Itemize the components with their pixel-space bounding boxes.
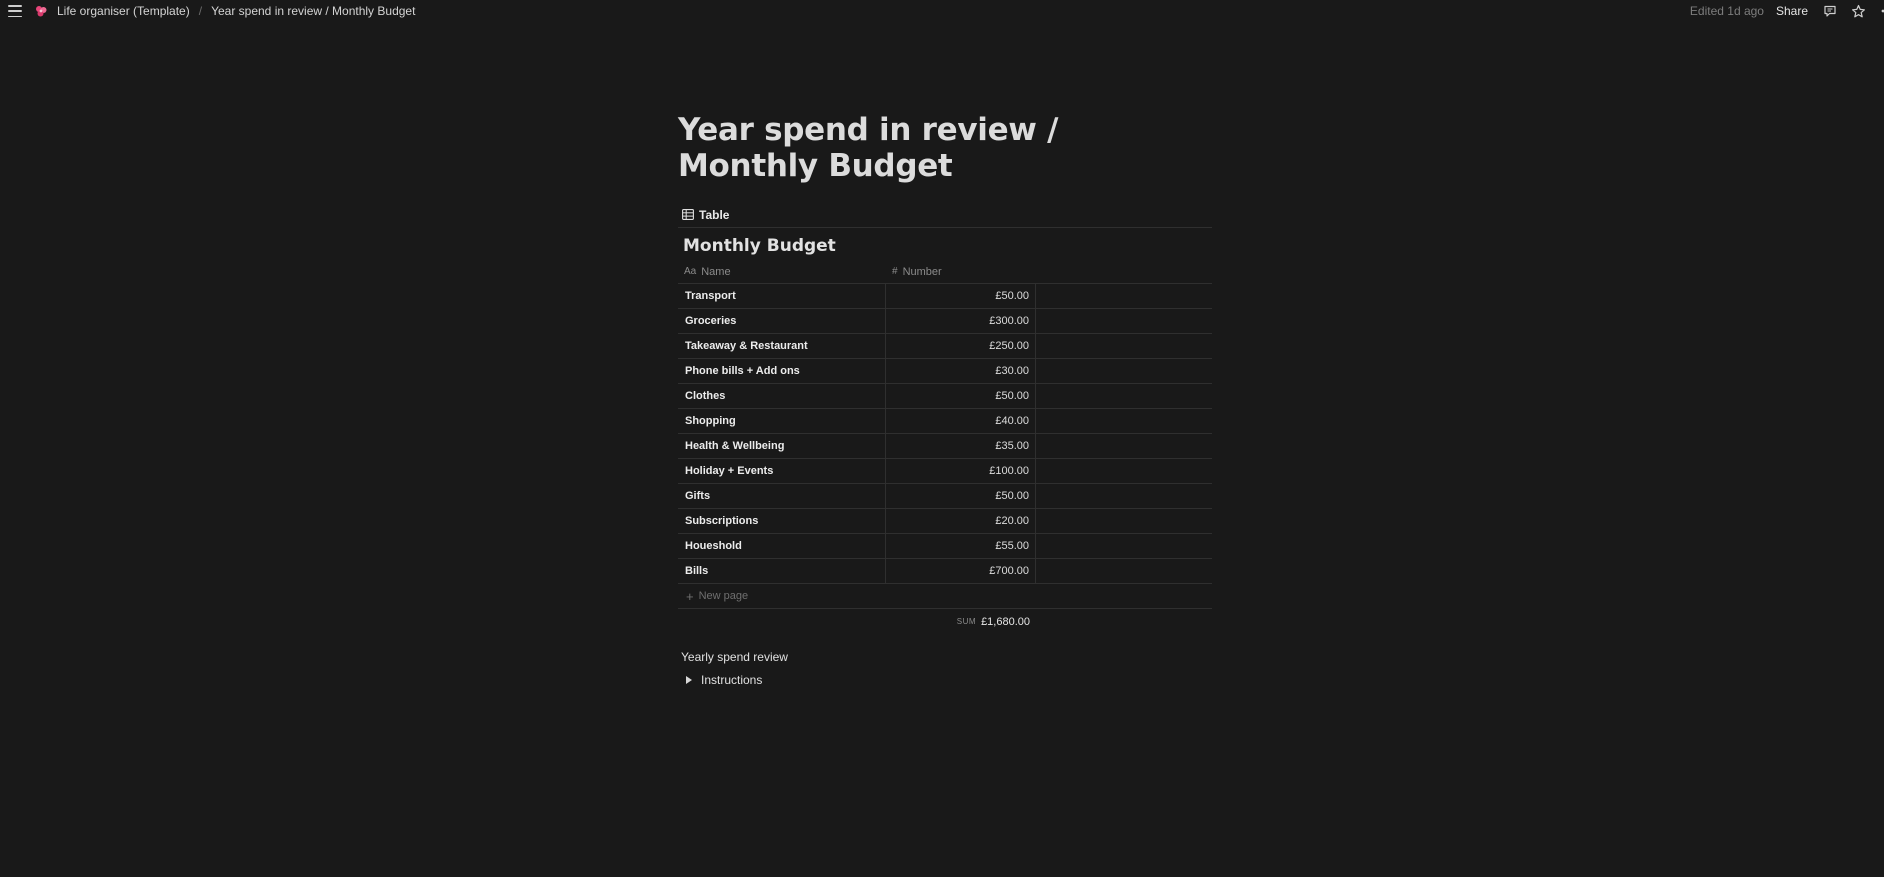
row-empty-cell — [1036, 334, 1212, 358]
table-row[interactable]: Houeshold £55.00 — [678, 534, 1212, 559]
calculation-row: SUM £1,680.00 — [678, 609, 1212, 634]
table-row[interactable]: Gifts £50.00 — [678, 484, 1212, 509]
row-number-cell[interactable]: £50.00 — [886, 284, 1036, 308]
row-empty-cell — [1036, 284, 1212, 308]
row-number-cell[interactable]: £700.00 — [886, 559, 1036, 583]
sum-value: £1,680.00 — [981, 615, 1030, 628]
row-number-cell[interactable]: £300.00 — [886, 309, 1036, 333]
row-number-cell[interactable]: £250.00 — [886, 334, 1036, 358]
row-number-cell[interactable]: £55.00 — [886, 534, 1036, 558]
breadcrumb-current-page[interactable]: Year spend in review / Monthly Budget — [208, 3, 418, 19]
column-header-number-label: Number — [902, 265, 942, 278]
text-type-icon: Aa — [684, 266, 697, 277]
breadcrumb-separator: / — [198, 4, 203, 18]
more-icon[interactable] — [1878, 3, 1884, 19]
sum-cell[interactable]: SUM £1,680.00 — [678, 616, 1036, 628]
new-page-button[interactable]: + New page — [678, 584, 1212, 609]
edited-status: Edited 1d ago — [1689, 4, 1764, 18]
table-row[interactable]: Health & Wellbeing £35.00 — [678, 434, 1212, 459]
row-name-cell[interactable]: Bills — [678, 559, 886, 583]
row-name-cell[interactable]: Shopping — [678, 409, 886, 433]
table-header: Aa Name # Number — [678, 260, 1212, 284]
row-empty-cell — [1036, 384, 1212, 408]
table-row[interactable]: Subscriptions £20.00 — [678, 509, 1212, 534]
row-name-cell[interactable]: Health & Wellbeing — [678, 434, 886, 458]
column-header-number[interactable]: # Number — [886, 260, 1036, 283]
row-name-cell[interactable]: Subscriptions — [678, 509, 886, 533]
row-empty-cell — [1036, 509, 1212, 533]
table-row[interactable]: Transport £50.00 — [678, 284, 1212, 309]
comment-icon[interactable] — [1822, 3, 1838, 19]
column-header-empty — [1036, 260, 1212, 283]
share-button[interactable]: Share — [1776, 4, 1808, 18]
row-empty-cell — [1036, 559, 1212, 583]
table-row[interactable]: Holiday + Events £100.00 — [678, 459, 1212, 484]
number-type-icon: # — [892, 266, 898, 277]
instructions-toggle[interactable]: Instructions — [681, 673, 762, 687]
table-row[interactable]: Clothes £50.00 — [678, 384, 1212, 409]
row-number-cell[interactable]: £50.00 — [886, 484, 1036, 508]
table-row[interactable]: Bills £700.00 — [678, 559, 1212, 584]
table-row[interactable]: Groceries £300.00 — [678, 309, 1212, 334]
table-row[interactable]: Shopping £40.00 — [678, 409, 1212, 434]
row-name-cell[interactable]: Holiday + Events — [678, 459, 886, 483]
row-number-cell[interactable]: £40.00 — [886, 409, 1036, 433]
database-title[interactable]: Monthly Budget — [683, 236, 836, 256]
top-right-actions: Edited 1d ago Share — [1690, 3, 1884, 19]
plus-icon: + — [686, 588, 694, 604]
row-name-cell[interactable]: Clothes — [678, 384, 886, 408]
sum-label: SUM — [956, 617, 977, 626]
page-emoji-icon — [36, 6, 47, 17]
row-empty-cell — [1036, 359, 1212, 383]
row-name-cell[interactable]: Groceries — [678, 309, 886, 333]
table-row[interactable]: Takeaway & Restaurant £250.00 — [678, 334, 1212, 359]
row-number-cell[interactable]: £20.00 — [886, 509, 1036, 533]
row-number-cell[interactable]: £30.00 — [886, 359, 1036, 383]
row-empty-cell — [1036, 484, 1212, 508]
menu-icon[interactable] — [8, 5, 22, 17]
breadcrumb: Life organiser (Template) / Year spend i… — [34, 3, 418, 19]
row-empty-cell — [1036, 309, 1212, 333]
new-page-label: New page — [698, 590, 749, 602]
row-name-cell[interactable]: Phone bills + Add ons — [678, 359, 886, 383]
toggle-triangle-icon[interactable] — [686, 676, 692, 684]
budget-table: Aa Name # Number Transport £50.00 Grocerie… — [678, 260, 1212, 634]
row-number-cell[interactable]: £35.00 — [886, 434, 1036, 458]
row-empty-cell — [1036, 534, 1212, 558]
table-row[interactable]: Phone bills + Add ons £30.00 — [678, 359, 1212, 384]
star-icon[interactable] — [1850, 3, 1866, 19]
table-icon — [682, 209, 694, 220]
row-name-cell[interactable]: Gifts — [678, 484, 886, 508]
top-bar: Life organiser (Template) / Year spend i… — [0, 0, 1884, 22]
column-header-name[interactable]: Aa Name — [678, 260, 886, 283]
page-title[interactable]: Year spend in review / Monthly Budget — [678, 112, 1138, 184]
row-empty-cell — [1036, 459, 1212, 483]
row-name-cell[interactable]: Houeshold — [678, 534, 886, 558]
table-body: Transport £50.00 Groceries £300.00 Takeaway … — [678, 284, 1212, 584]
tab-table-label: Table — [699, 207, 730, 222]
row-empty-cell — [1036, 409, 1212, 433]
instructions-label: Instructions — [701, 673, 763, 687]
column-header-name-label: Name — [701, 265, 731, 278]
row-number-cell[interactable]: £50.00 — [886, 384, 1036, 408]
row-empty-cell — [1036, 434, 1212, 458]
row-number-cell[interactable]: £100.00 — [886, 459, 1036, 483]
breadcrumb-workspace-page[interactable]: Life organiser (Template) — [54, 3, 193, 19]
page-content: Year spend in review / Monthly Budget Ta… — [678, 112, 1212, 687]
view-bar: Table — [678, 202, 1212, 228]
row-name-cell[interactable]: Takeaway & Restaurant — [678, 334, 886, 358]
row-name-cell[interactable]: Transport — [678, 284, 886, 308]
tab-table-view[interactable]: Table — [678, 208, 733, 222]
yearly-spend-text[interactable]: Yearly spend review — [681, 650, 788, 664]
